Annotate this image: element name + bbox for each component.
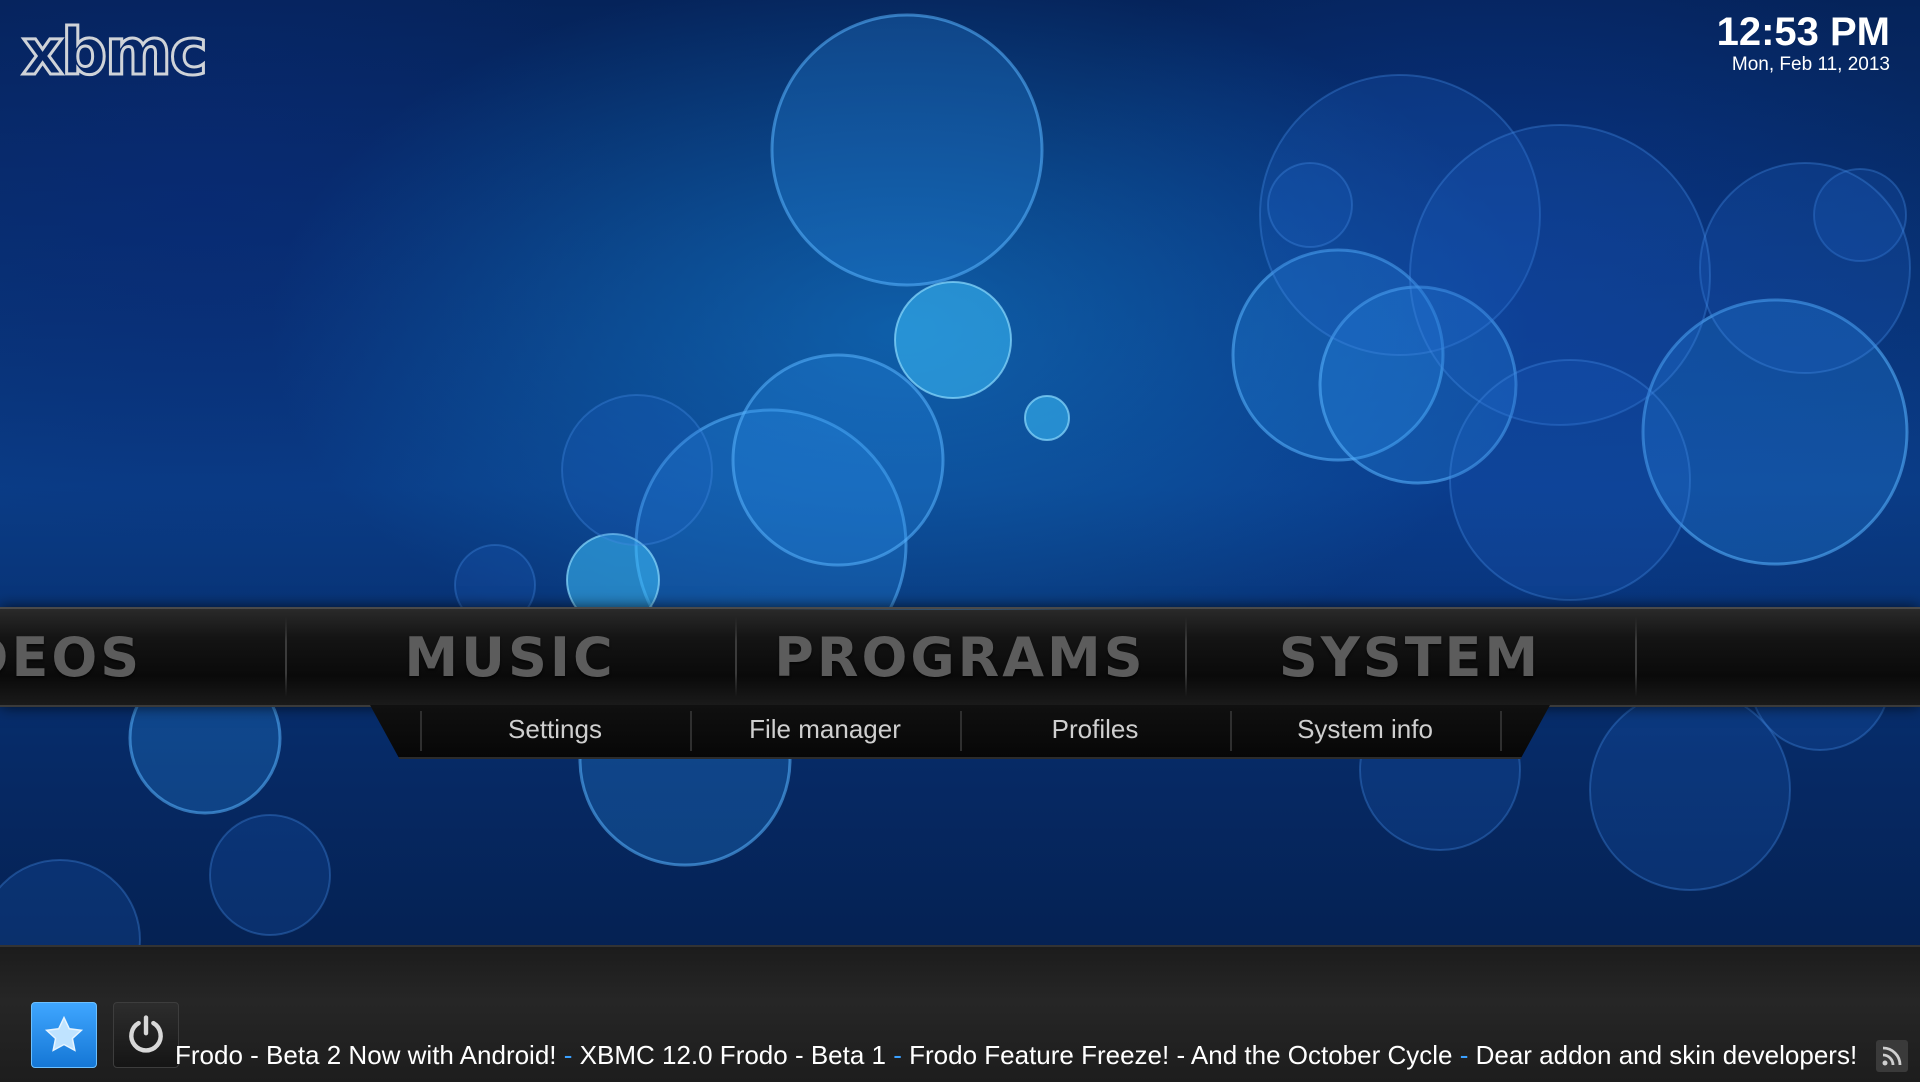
- xbmc-logo: xbmc: [21, 16, 210, 90]
- ticker-separator: -: [1452, 1040, 1476, 1070]
- main-menu-item-videos[interactable]: VIDEOS: [0, 609, 243, 705]
- rss-icon: [1882, 1046, 1902, 1066]
- main-menu-item-system[interactable]: SYSTEM: [1186, 609, 1634, 705]
- submenu-item-system-info[interactable]: System info: [1230, 705, 1500, 753]
- ticker-separator: -: [556, 1040, 580, 1070]
- submenu-item-profiles[interactable]: Profiles: [960, 705, 1230, 753]
- power-button[interactable]: [113, 1002, 179, 1068]
- star-icon: [44, 1015, 84, 1052]
- favourites-button[interactable]: [31, 1002, 97, 1068]
- rss-button[interactable]: [1876, 1040, 1908, 1072]
- submenu-divider: [1500, 711, 1502, 751]
- power-icon: [129, 1015, 163, 1053]
- main-menu-item-music[interactable]: MUSIC: [286, 609, 734, 705]
- clock-date: Mon, Feb 11, 2013: [1731, 54, 1890, 75]
- main-menu: VIDEOS MUSIC PROGRAMS SYSTEM: [0, 607, 1920, 707]
- bokeh-background: [0, 13, 1911, 1021]
- ticker-item: XBMC 12.0 Frodo - Beta 1: [579, 1040, 887, 1070]
- submenu-item-file-manager[interactable]: File manager: [690, 705, 960, 753]
- submenu-item-settings[interactable]: Settings: [420, 705, 690, 753]
- rss-ticker[interactable]: Frodo - Beta 2 Now with Android! - XBMC …: [175, 1035, 1865, 1075]
- main-menu-item-programs[interactable]: PROGRAMS: [736, 609, 1184, 705]
- ticker-item: Dear addon and skin developers!: [1475, 1040, 1858, 1070]
- bottom-bar: Frodo - Beta 2 Now with Android! - XBMC …: [0, 945, 1920, 1082]
- ticker-separator: -: [886, 1040, 910, 1070]
- submenu: Settings File manager Profiles System in…: [370, 705, 1550, 759]
- ticker-item: Frodo Feature Freeze! - And the October …: [909, 1040, 1453, 1070]
- ticker-item: Frodo - Beta 2 Now with Android!: [175, 1040, 557, 1070]
- clock-time: 12:53 PM: [1716, 10, 1890, 54]
- main-menu-divider: [1635, 617, 1637, 697]
- clock: 12:53 PM Mon, Feb 11, 2013: [1717, 10, 1890, 76]
